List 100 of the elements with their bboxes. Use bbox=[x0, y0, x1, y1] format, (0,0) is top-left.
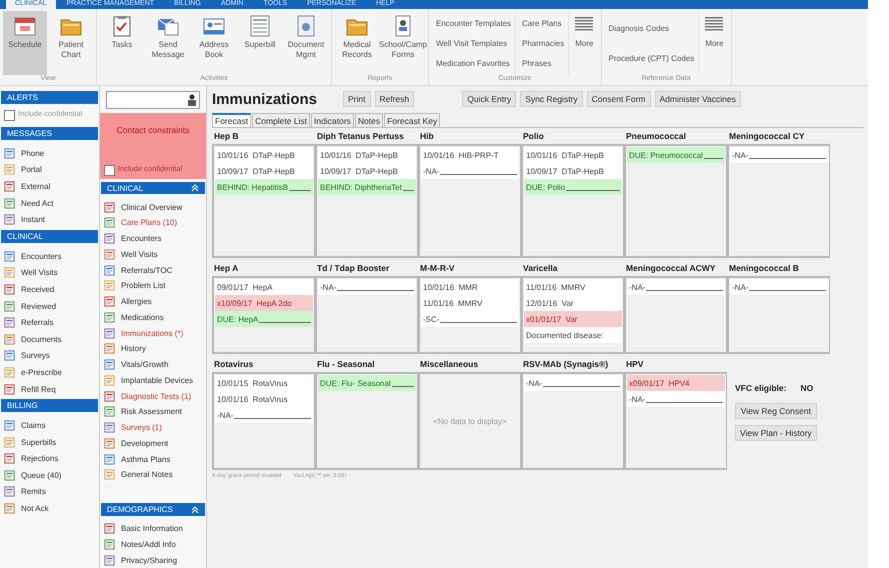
ribbon-link[interactable]: Encounter Templates bbox=[436, 18, 512, 28]
sidebar-item[interactable]: Referrals bbox=[0, 314, 99, 331]
forecast-entry[interactable]: 10/09/17 DTaP-HepB bbox=[318, 163, 416, 179]
forecast-entry[interactable]: DUE: Flu- Seasonal bbox=[318, 375, 416, 391]
alerts-header[interactable]: ALERTS bbox=[1, 91, 98, 104]
sidebar-item[interactable]: Documents bbox=[0, 330, 99, 348]
sidebar-item[interactable]: Superbills bbox=[0, 434, 99, 450]
forecast-entry[interactable]: DUE: Pneumococcal bbox=[627, 147, 725, 163]
chart-item[interactable]: Well Visits bbox=[100, 246, 206, 262]
forecast-entry[interactable]: 10/01/16 DTaP-HepB bbox=[318, 147, 416, 163]
sidebar-item[interactable]: Phone bbox=[0, 145, 99, 162]
forecast-entry[interactable]: BEHIND: DiphtheriaTet bbox=[318, 179, 416, 195]
chart-item[interactable]: Clinical Overview bbox=[100, 199, 206, 215]
chart-item[interactable]: Surveys (1) bbox=[100, 420, 206, 436]
side-button[interactable]: View Plan - History bbox=[735, 425, 817, 441]
sidebar-item[interactable]: Need Act bbox=[0, 194, 99, 212]
sidebar-item[interactable]: Rejections bbox=[0, 450, 99, 468]
chart-item[interactable]: Risk Assessment bbox=[100, 404, 206, 420]
forecast-entry[interactable]: 11/01/16 MMRV bbox=[524, 279, 622, 295]
forecast-entry[interactable]: 09/01/17 HepA bbox=[215, 279, 313, 295]
checkbox[interactable] bbox=[104, 164, 115, 176]
forecast-entry[interactable]: -NA- bbox=[318, 279, 416, 295]
chart-item[interactable]: General Notes bbox=[100, 466, 206, 483]
sidebar-item[interactable]: Claims bbox=[0, 417, 99, 434]
ribbon-link[interactable]: Phrases bbox=[522, 58, 564, 68]
chart-item[interactable]: Allergies bbox=[100, 294, 206, 310]
forecast-entry[interactable]: 10/01/16 RotaVirus bbox=[215, 391, 313, 407]
collapse-icon[interactable] bbox=[191, 506, 199, 514]
chart-item[interactable]: Immunizations (*) bbox=[100, 325, 206, 341]
ribbon-link[interactable]: Well Visit Templates bbox=[436, 38, 512, 48]
forecast-entry[interactable]: -NA- bbox=[524, 375, 622, 391]
chart-item[interactable]: Encounters bbox=[100, 230, 206, 246]
section-header[interactable]: BILLING bbox=[1, 399, 98, 412]
tab[interactable]: Notes bbox=[354, 113, 384, 127]
forecast-entry[interactable]: 10/01/16 MMR bbox=[421, 279, 519, 295]
sidebar-item[interactable]: External bbox=[0, 178, 99, 195]
section-header[interactable]: CLINICAL bbox=[1, 230, 98, 243]
forecast-entry[interactable]: 10/09/17 DTaP-HepB bbox=[524, 163, 622, 179]
more-button[interactable]: More bbox=[571, 11, 598, 75]
forecast-entry[interactable]: BEHIND: HepatitisB bbox=[215, 179, 313, 195]
chart-item[interactable]: Notes/Addl Info bbox=[100, 536, 206, 552]
ribbon-button[interactable]: School/Camp Forms bbox=[381, 11, 425, 75]
ribbon-link[interactable]: Pharmacies bbox=[522, 38, 564, 48]
tab[interactable]: Indicators bbox=[311, 113, 354, 127]
sidebar-item[interactable]: Encounters bbox=[0, 248, 99, 265]
chart-item[interactable]: History bbox=[100, 340, 206, 357]
sidebar-item[interactable]: Queue (40) bbox=[0, 467, 99, 484]
chart-item[interactable]: Problem List bbox=[100, 278, 206, 294]
side-button[interactable]: View Reg Consent bbox=[735, 403, 817, 419]
forecast-entry[interactable]: 10/09/17 DTaP-HepB bbox=[215, 163, 313, 179]
chart-item[interactable]: Care Plans (10) bbox=[100, 214, 206, 231]
toolbar-button[interactable]: Sync Registry bbox=[520, 91, 583, 107]
ribbon-link[interactable]: Procedure (CPT) Codes bbox=[608, 54, 694, 62]
sidebar-item[interactable]: Well Visits bbox=[0, 264, 99, 282]
forecast-entry[interactable]: Documented disease: bbox=[524, 327, 622, 343]
forecast-entry[interactable]: -NA- bbox=[730, 147, 828, 163]
tab[interactable]: Forecast Key bbox=[384, 113, 440, 127]
section-header[interactable]: DEMOGRAPHICS bbox=[101, 503, 205, 516]
chart-item[interactable]: Implantable Devices bbox=[100, 372, 206, 388]
sidebar-item[interactable]: Received bbox=[0, 281, 99, 298]
toolbar-button[interactable]: Quick Entry bbox=[462, 91, 516, 107]
forecast-entry[interactable]: -SC- bbox=[421, 311, 519, 327]
chart-item[interactable]: Vitals/Growth bbox=[100, 356, 206, 372]
sidebar-item[interactable]: Instant bbox=[0, 211, 99, 228]
ribbon-link[interactable]: Diagnosis Codes bbox=[608, 24, 694, 32]
collapse-icon[interactable] bbox=[191, 184, 199, 192]
forecast-entry[interactable]: -NA- bbox=[627, 279, 725, 295]
chart-item[interactable]: Privacy/Sharing bbox=[100, 552, 206, 568]
forecast-entry[interactable]: 10/01/16 HIB-PRP-T bbox=[421, 147, 519, 163]
ribbon-button[interactable]: Address Book bbox=[192, 11, 236, 75]
section-header[interactable]: CLINICAL bbox=[101, 182, 205, 194]
ribbon-button[interactable]: Schedule bbox=[3, 11, 47, 75]
more-button[interactable]: More bbox=[701, 11, 728, 75]
ribbon-button[interactable]: Medical Records bbox=[335, 11, 379, 75]
ribbon-button[interactable]: Tasks bbox=[100, 11, 144, 75]
ribbon-button[interactable]: Document Mgmt bbox=[284, 11, 328, 75]
sidebar-item[interactable]: Reviewed bbox=[0, 298, 99, 314]
ribbon-link[interactable]: Care Plans bbox=[522, 18, 564, 28]
sidebar-item[interactable]: Surveys bbox=[0, 348, 99, 364]
forecast-entry[interactable]: x01/01/17 Var bbox=[524, 311, 622, 327]
ribbon-button[interactable]: Send Message bbox=[146, 11, 190, 75]
chart-item[interactable]: Diagnostic Tests (1) bbox=[100, 388, 206, 404]
toolbar-button[interactable]: Print bbox=[343, 91, 370, 107]
forecast-entry[interactable]: 10/01/16 DTaP-HepB bbox=[215, 147, 313, 163]
forecast-entry[interactable]: -NA- bbox=[627, 391, 725, 407]
sidebar-item[interactable]: e-Prescribe bbox=[0, 364, 99, 381]
toolbar-button[interactable]: Consent Form bbox=[586, 91, 650, 107]
forecast-entry[interactable]: DUE: Polio bbox=[524, 179, 622, 195]
ribbon-button[interactable]: Superbill bbox=[238, 11, 282, 75]
toolbar-button[interactable]: Refresh bbox=[374, 91, 414, 107]
chart-item[interactable]: Asthma Plans bbox=[100, 451, 206, 467]
ribbon-button[interactable]: Patient Chart bbox=[49, 11, 93, 75]
toolbar-button[interactable]: Administer Vaccines bbox=[654, 91, 741, 107]
sidebar-item[interactable]: Not Ack bbox=[0, 500, 99, 517]
checkbox[interactable] bbox=[4, 110, 15, 121]
section-header[interactable]: MESSAGES bbox=[1, 127, 98, 140]
forecast-entry[interactable]: -NA- bbox=[215, 407, 313, 423]
forecast-entry[interactable]: 12/01/16 Var bbox=[524, 295, 622, 311]
forecast-entry[interactable]: 10/01/16 DTaP-HepB bbox=[524, 147, 622, 163]
sidebar-item[interactable]: Remits bbox=[0, 484, 99, 500]
